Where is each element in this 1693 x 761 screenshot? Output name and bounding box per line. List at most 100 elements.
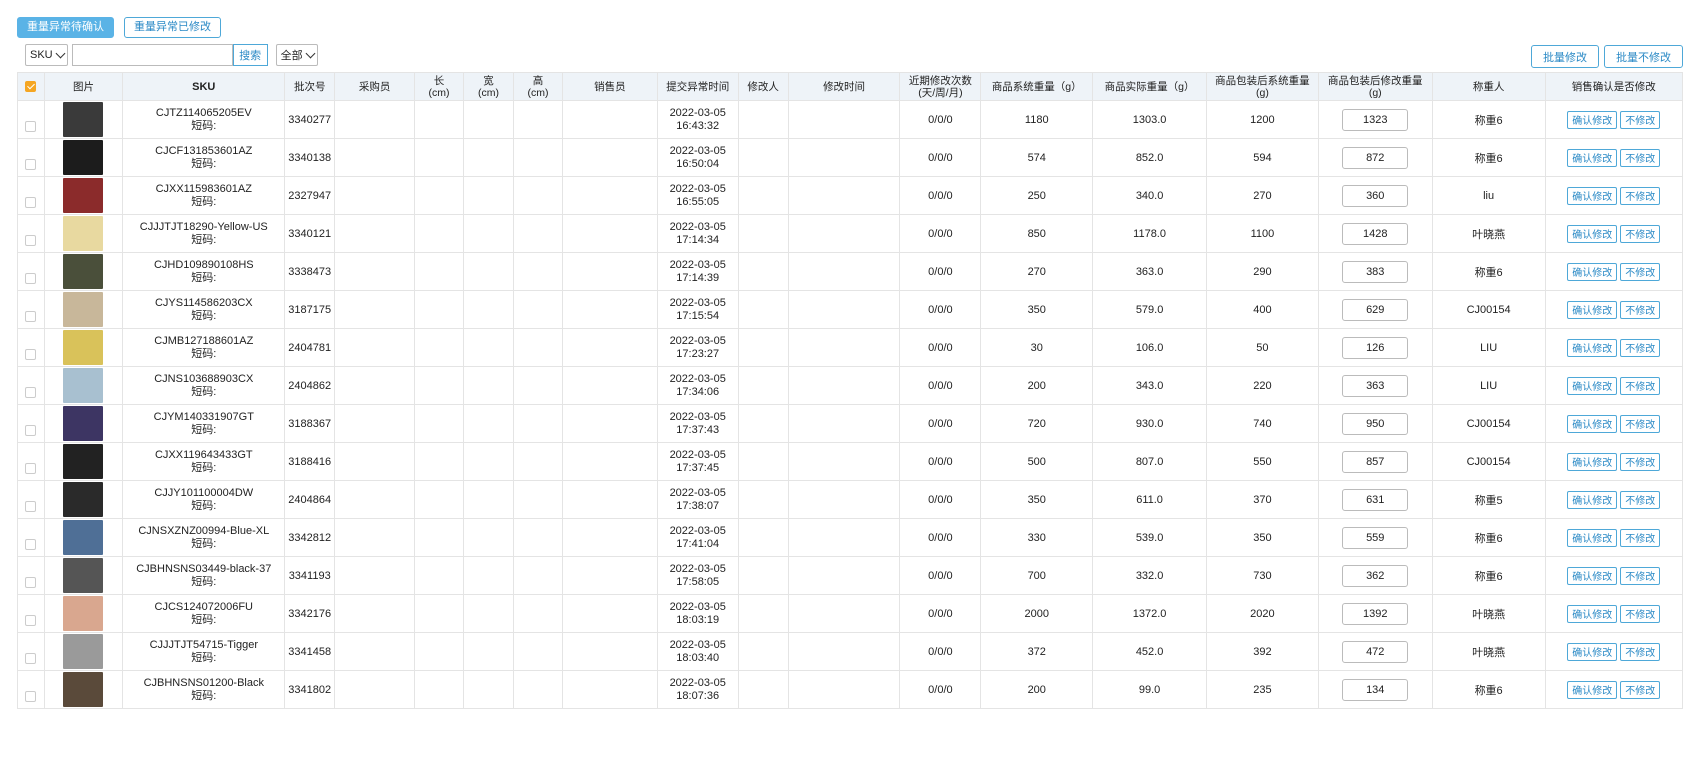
recent-mod-count-cell: 0/0/0 — [899, 670, 982, 709]
product-image[interactable] — [63, 558, 104, 593]
pkg-modified-weight-input[interactable]: 559 — [1342, 526, 1409, 549]
pkg-modified-weight-input[interactable]: 1428 — [1342, 222, 1409, 245]
row-checkbox[interactable] — [25, 538, 37, 550]
system-weight-cell: 700 — [980, 556, 1094, 595]
product-image[interactable] — [63, 406, 104, 441]
pkg-modified-weight-input[interactable]: 126 — [1342, 336, 1409, 359]
row-checkbox[interactable] — [25, 424, 37, 436]
no-modify-button[interactable]: 不修改 — [1620, 490, 1661, 509]
row-checkbox[interactable] — [25, 652, 37, 664]
product-image[interactable] — [63, 254, 104, 289]
pkg-modified-weight-input[interactable]: 950 — [1342, 412, 1409, 435]
no-modify-button[interactable]: 不修改 — [1620, 642, 1661, 661]
product-image[interactable] — [63, 330, 104, 365]
search-input[interactable] — [71, 44, 233, 66]
pkg-modified-weight-input[interactable]: 1392 — [1342, 602, 1409, 625]
no-modify-button[interactable]: 不修改 — [1620, 262, 1661, 281]
row-checkbox[interactable] — [25, 120, 37, 132]
no-modify-button[interactable]: 不修改 — [1620, 224, 1661, 243]
confirm-modify-button[interactable]: 确认修改 — [1567, 376, 1618, 395]
tab-weight-abnormal-pending[interactable]: 重量异常待确认 — [17, 17, 114, 38]
no-modify-button[interactable]: 不修改 — [1620, 528, 1661, 547]
no-modify-button[interactable]: 不修改 — [1620, 300, 1661, 319]
pkg-modified-weight-input[interactable]: 362 — [1342, 564, 1409, 587]
confirm-modify-button[interactable]: 确认修改 — [1567, 338, 1618, 357]
recent-mod-count-cell: 0/0/0 — [899, 480, 982, 519]
batch-no-modify-button[interactable]: 批量不修改 — [1604, 45, 1683, 68]
product-image[interactable] — [63, 368, 104, 403]
pkg-modified-weight-input[interactable]: 472 — [1342, 640, 1409, 663]
row-checkbox[interactable] — [25, 500, 37, 512]
product-image[interactable] — [63, 520, 104, 555]
pkg-modified-weight-input[interactable]: 383 — [1342, 260, 1409, 283]
product-image[interactable] — [63, 482, 104, 517]
confirm-modify-button[interactable]: 确认修改 — [1567, 490, 1618, 509]
product-image[interactable] — [63, 634, 104, 669]
confirm-modify-button[interactable]: 确认修改 — [1567, 642, 1618, 661]
no-modify-button[interactable]: 不修改 — [1620, 186, 1661, 205]
product-image[interactable] — [63, 292, 104, 327]
product-image[interactable] — [63, 102, 104, 137]
select-all-checkbox[interactable] — [25, 81, 37, 93]
product-image[interactable] — [63, 216, 104, 251]
batch-modify-button[interactable]: 批量修改 — [1531, 45, 1599, 68]
confirm-modify-button[interactable]: 确认修改 — [1567, 452, 1618, 471]
product-image[interactable] — [63, 596, 104, 631]
pkg-modified-weight-input[interactable]: 360 — [1342, 184, 1409, 207]
row-checkbox[interactable] — [25, 386, 37, 398]
search-field-select[interactable]: SKU — [25, 44, 68, 66]
no-modify-button[interactable]: 不修改 — [1620, 110, 1661, 129]
pkg-modified-weight-input[interactable]: 1323 — [1342, 108, 1409, 131]
confirm-modify-button[interactable]: 确认修改 — [1567, 604, 1618, 623]
row-checkbox[interactable] — [25, 462, 37, 474]
row-checkbox[interactable] — [25, 310, 37, 322]
product-image[interactable] — [63, 672, 104, 707]
product-image[interactable] — [63, 444, 104, 479]
no-modify-button[interactable]: 不修改 — [1620, 148, 1661, 167]
length-cell — [414, 518, 465, 557]
no-modify-button[interactable]: 不修改 — [1620, 338, 1661, 357]
no-modify-button[interactable]: 不修改 — [1620, 376, 1661, 395]
confirm-modify-button[interactable]: 确认修改 — [1567, 262, 1618, 281]
no-modify-button[interactable]: 不修改 — [1620, 604, 1661, 623]
pkg-modified-weight-input[interactable]: 872 — [1342, 146, 1409, 169]
row-checkbox[interactable] — [25, 348, 37, 360]
product-image[interactable] — [63, 140, 104, 175]
confirm-modify-button[interactable]: 确认修改 — [1567, 148, 1618, 167]
row-checkbox[interactable] — [25, 234, 37, 246]
search-button[interactable]: 搜索 — [232, 44, 268, 66]
purchaser-cell — [334, 366, 416, 405]
confirm-modify-button[interactable]: 确认修改 — [1567, 186, 1618, 205]
pkg-modified-weight-input[interactable]: 631 — [1342, 488, 1409, 511]
status-filter-select[interactable]: 全部 — [275, 44, 318, 66]
no-modify-button[interactable]: 不修改 — [1620, 680, 1661, 699]
product-image[interactable] — [63, 178, 104, 213]
no-modify-button[interactable]: 不修改 — [1620, 566, 1661, 585]
pkg-modified-weight-input[interactable]: 363 — [1342, 374, 1409, 397]
pkg-modified-weight-input[interactable]: 629 — [1342, 298, 1409, 321]
confirm-modify-button[interactable]: 确认修改 — [1567, 224, 1618, 243]
row-checkbox[interactable] — [25, 690, 37, 702]
row-checkbox[interactable] — [25, 614, 37, 626]
table-row: CJNS103688903CX 短码: 2404862 2022-03-05 17:34… — [17, 366, 1684, 405]
tab-weight-abnormal-modified[interactable]: 重量异常已修改 — [124, 17, 221, 38]
submit-time-cell: 2022-03-05 17:58:05 — [656, 556, 739, 595]
confirm-modify-button[interactable]: 确认修改 — [1567, 680, 1618, 699]
row-checkbox[interactable] — [25, 576, 37, 588]
row-checkbox[interactable] — [25, 158, 37, 170]
confirm-modify-button[interactable]: 确认修改 — [1567, 110, 1618, 129]
modifier-cell — [737, 138, 789, 177]
pkg-modified-weight-input[interactable]: 857 — [1342, 450, 1409, 473]
row-checkbox[interactable] — [25, 196, 37, 208]
recent-mod-count-cell: 0/0/0 — [899, 176, 982, 215]
pkg-modified-weight-input[interactable]: 134 — [1342, 678, 1409, 701]
actual-weight-cell: 340.0 — [1092, 176, 1208, 215]
confirm-modify-button[interactable]: 确认修改 — [1567, 414, 1618, 433]
col-submit-time-header: 提交异常时间 — [656, 72, 739, 101]
row-checkbox[interactable] — [25, 272, 37, 284]
confirm-modify-button[interactable]: 确认修改 — [1567, 528, 1618, 547]
confirm-modify-button[interactable]: 确认修改 — [1567, 566, 1618, 585]
no-modify-button[interactable]: 不修改 — [1620, 452, 1661, 471]
no-modify-button[interactable]: 不修改 — [1620, 414, 1661, 433]
confirm-modify-button[interactable]: 确认修改 — [1567, 300, 1618, 319]
